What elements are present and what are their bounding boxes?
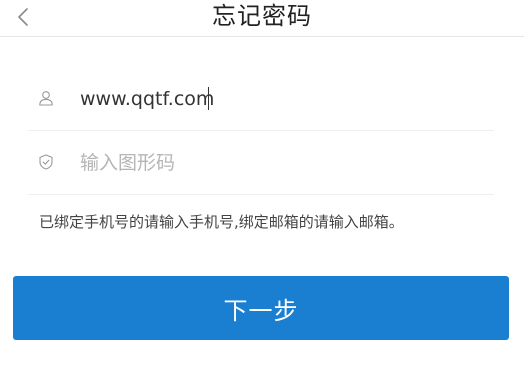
header-bar: 忘记密码 xyxy=(0,0,524,37)
captcha-input[interactable] xyxy=(80,148,480,178)
text-caret xyxy=(208,87,209,110)
account-field-row xyxy=(28,67,494,131)
page-title: 忘记密码 xyxy=(212,2,312,30)
next-button[interactable]: 下一步 xyxy=(13,276,509,340)
hint-text: 已绑定手机号的请输入手机号,绑定邮箱的请输入邮箱。 xyxy=(39,213,404,231)
account-input[interactable] xyxy=(80,84,480,114)
captcha-field-row xyxy=(28,131,494,195)
shield-icon xyxy=(39,154,53,170)
user-icon xyxy=(39,91,53,106)
